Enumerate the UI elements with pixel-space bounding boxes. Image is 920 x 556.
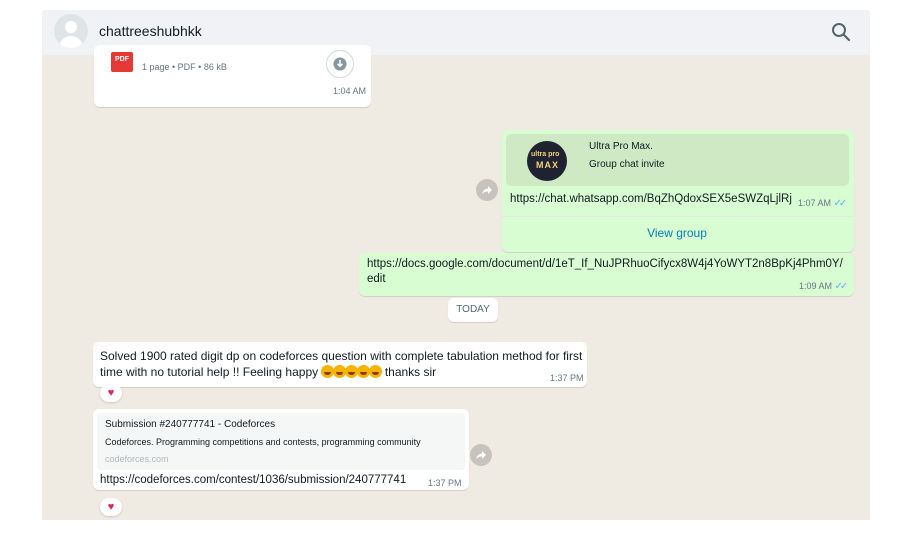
avatar[interactable] (54, 14, 88, 48)
message-time: 1:07 AM ✓✓ (798, 198, 848, 209)
pdf-meta: 1 page • PDF • 86 kB (142, 62, 227, 72)
message-line2-end: thanks sir (384, 365, 437, 379)
docs-link[interactable]: https://docs.google.com/document/d/1eT_I… (367, 257, 843, 287)
download-icon[interactable] (326, 50, 354, 78)
view-group-button[interactable]: View group (502, 226, 852, 240)
text-message[interactable]: Solved 1900 rated digit dp on codeforces… (93, 342, 587, 387)
read-ticks-icon: ✓✓ (834, 281, 849, 292)
whatsapp-chat-window: chattreeshubhkk PDF 1 page • PDF • 86 kB… (42, 10, 870, 520)
message-time: 1:04 AM (333, 86, 367, 96)
message-line2: time with no tutorial help !! Feeling ha… (100, 365, 319, 379)
link-preview-message[interactable]: Submission #240777741 - Codeforces Codef… (93, 409, 469, 490)
group-invite-subtitle: Group chat invite (589, 159, 665, 170)
avatar-head-shape (65, 21, 77, 33)
time-label: 1:07 AM (798, 198, 832, 208)
divider (502, 216, 854, 217)
group-logo-line1: ultra pro (531, 151, 560, 158)
preview-domain: codeforces.com (105, 454, 169, 464)
avatar-body-shape (59, 36, 83, 48)
invite-link[interactable]: https://chat.whatsapp.com/BqZhQdoxSEX5eS… (510, 191, 792, 207)
message-time: 1:09 AM ✓✓ (799, 281, 849, 292)
docs-link-line2: edit (367, 273, 386, 285)
time-label: 1:09 AM (799, 281, 833, 291)
emoji-group (321, 365, 383, 379)
pdf-icon: PDF (111, 52, 133, 72)
contact-name[interactable]: chattreeshubhkk (99, 23, 202, 39)
pdf-message[interactable]: PDF 1 page • PDF • 86 kB 1:04 AM (94, 45, 371, 107)
heart-reaction-icon[interactable]: ♥ (100, 498, 122, 516)
link-preview-card[interactable]: Submission #240777741 - Codeforces Codef… (97, 413, 465, 470)
codeforces-link[interactable]: https://codeforces.com/contest/1036/subm… (100, 472, 406, 488)
preview-description: Codeforces. Programming competitions and… (105, 437, 421, 447)
group-invite-message[interactable]: ultra pro MAX Ultra Pro Max. Group chat … (502, 130, 854, 252)
message-list[interactable]: PDF 1 page • PDF • 86 kB 1:04 AM ultra p… (42, 45, 870, 520)
message-time: 1:37 PM (428, 478, 462, 488)
docs-link-line1: https://docs.google.com/document/d/1eT_I… (367, 258, 843, 270)
message-line1: Solved 1900 rated digit dp on codeforces… (100, 349, 583, 363)
search-icon[interactable] (830, 21, 852, 43)
docs-link-message[interactable]: https://docs.google.com/document/d/1eT_I… (359, 253, 854, 296)
forward-icon[interactable] (470, 444, 492, 466)
forward-icon[interactable] (476, 179, 498, 201)
message-text: Solved 1900 rated digit dp on codeforces… (100, 348, 585, 380)
smiling-face-hearts-emoji-icon (369, 365, 383, 378)
preview-title: Submission #240777741 - Codeforces (105, 419, 276, 430)
heart-reaction-icon[interactable]: ♥ (100, 384, 122, 402)
group-logo-line2: MAX (536, 160, 559, 170)
date-divider: TODAY (448, 298, 498, 322)
group-name: Ultra Pro Max. (589, 141, 653, 152)
message-time: 1:37 PM (550, 373, 584, 383)
read-ticks-icon: ✓✓ (833, 198, 848, 209)
group-avatar: ultra pro MAX (527, 141, 567, 181)
invite-card[interactable]: ultra pro MAX Ultra Pro Max. Group chat … (506, 134, 849, 186)
